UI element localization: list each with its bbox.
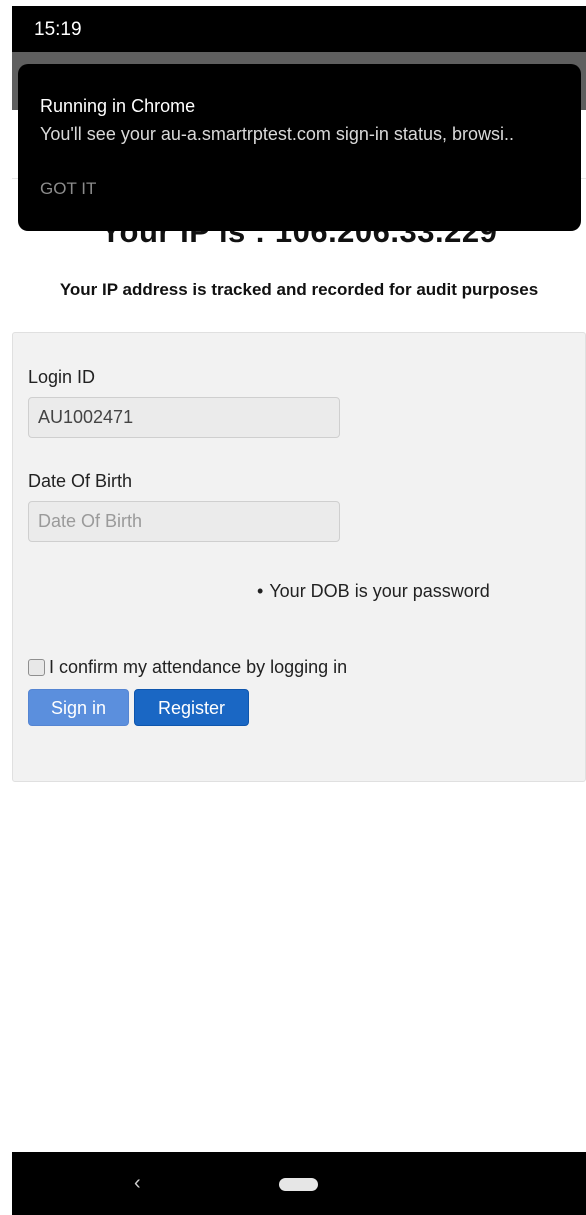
toast-title: Running in Chrome <box>40 96 196 116</box>
confirm-attendance-label[interactable]: I confirm my attendance by logging in <box>49 657 347 678</box>
back-chevron-icon[interactable]: ‹ <box>134 1172 141 1195</box>
toast-body: You'll see your au-a.smartrptest.com sig… <box>40 124 514 144</box>
status-bar: 15:19 <box>12 6 586 52</box>
got-it-button[interactable]: GOT IT <box>40 179 96 199</box>
status-time: 15:19 <box>34 19 82 40</box>
dob-label: Date Of Birth <box>28 471 133 491</box>
home-pill-icon[interactable] <box>279 1178 318 1191</box>
register-button[interactable]: Register <box>134 689 249 726</box>
login-id-input[interactable] <box>28 397 340 438</box>
login-panel: Login ID Date Of Birth •Your DOB is your… <box>12 332 586 782</box>
bullet-icon: • <box>257 581 264 601</box>
confirm-attendance-row: I confirm my attendance by logging in <box>28 657 347 678</box>
dob-note-text: Your DOB is your password <box>269 581 490 601</box>
navigation-bar: ‹ <box>12 1152 586 1215</box>
audit-notice: Your IP address is tracked and recorded … <box>59 280 539 299</box>
confirm-attendance-checkbox[interactable] <box>28 659 45 676</box>
chrome-toast: Running in Chrome You'll see your au-a.s… <box>18 64 581 231</box>
sign-in-button[interactable]: Sign in <box>28 689 129 726</box>
dob-note: • Your DOB is your password <box>257 581 490 602</box>
login-id-label: Login ID <box>28 367 96 387</box>
dob-input[interactable] <box>28 501 340 542</box>
